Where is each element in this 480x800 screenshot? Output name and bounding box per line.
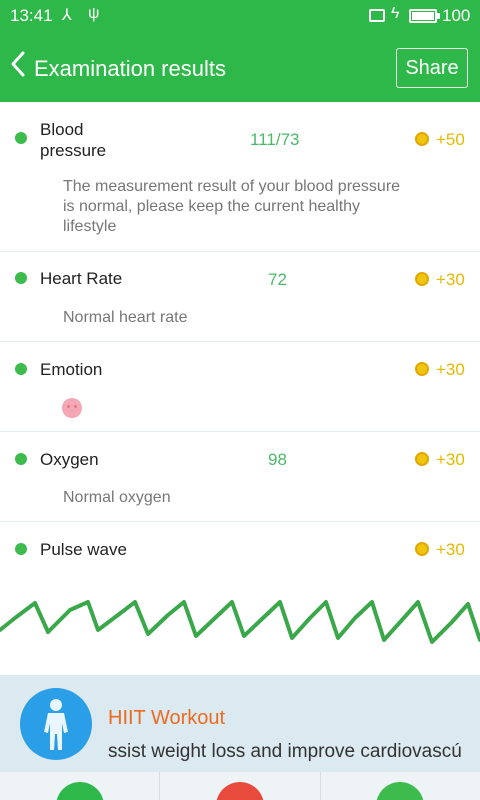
result-description: Normal heart rate [63, 309, 188, 326]
result-row-oxygen[interactable]: Oxygen 98 +30 Normal oxygen [0, 432, 480, 522]
result-row-blood-pressure[interactable]: Blood pressure 111/73 +50 The measuremen… [0, 102, 480, 252]
bottom-nav-item-grid[interactable] [0, 772, 161, 800]
app-bar: Examination results Share [0, 32, 480, 102]
result-value: 111/73 [250, 130, 300, 149]
page-title: Examination results [34, 56, 226, 81]
coin-icon [415, 362, 429, 376]
result-label: Pulse wave [40, 540, 127, 559]
notification-icon [369, 9, 385, 22]
reward: +30 [415, 270, 465, 290]
human-body-icon [20, 688, 92, 760]
banner-subtitle: ssist weight loss and improve cardiovasc… [108, 741, 462, 762]
battery-icon [409, 9, 440, 23]
result-label: Oxygen [40, 450, 99, 469]
reward-points: +30 [436, 360, 465, 379]
bottom-nav-item-gauge[interactable] [160, 772, 321, 800]
result-description: The measurement result of your blood pre… [63, 178, 401, 235]
reward-points: +30 [436, 270, 465, 289]
workout-banner[interactable]: HIIT Workout ssist weight loss and impro… [0, 675, 480, 772]
pulse-wave-graph [0, 600, 480, 644]
share-button[interactable]: Share [396, 48, 468, 88]
result-label-line2: pressure [40, 141, 107, 160]
running-icon [376, 782, 425, 800]
reward: +30 [415, 540, 465, 560]
reward: +30 [415, 450, 465, 470]
status-dot [15, 272, 27, 284]
reward-points: +30 [436, 540, 465, 559]
status-dot [15, 132, 27, 144]
result-label-line1: Blood [40, 120, 84, 139]
coin-icon [415, 132, 429, 146]
coin-icon [415, 272, 429, 286]
bottom-nav [0, 772, 480, 800]
usb-share-icon: ⅄ [62, 7, 72, 24]
coin-icon [415, 542, 429, 556]
result-label: Heart Rate [40, 269, 123, 288]
pulse-wave-line [0, 600, 480, 644]
usb-icon: ψ [88, 5, 100, 22]
reward: +30 [415, 360, 465, 380]
grid-icon [55, 782, 104, 800]
smiley-face-icon [62, 398, 82, 418]
status-bar: 13:41 ⅄ ψ ϟ 100 [0, 0, 480, 32]
status-dot [15, 363, 27, 375]
result-value: 72 [268, 270, 287, 289]
status-dot [15, 453, 27, 465]
reward-points: +50 [436, 130, 465, 149]
battery-percent: 100 [442, 6, 471, 25]
result-value: 98 [268, 450, 287, 469]
charging-icon: ϟ [391, 5, 400, 22]
result-row-heart-rate[interactable]: Heart Rate 72 +30 Normal heart rate [0, 252, 480, 342]
result-row-pulse-wave[interactable]: Pulse wave +30 [0, 522, 480, 580]
reward: +50 [415, 130, 465, 150]
result-row-emotion[interactable]: Emotion +30 [0, 342, 480, 432]
battery-fill [412, 12, 434, 20]
coin-icon [415, 452, 429, 466]
chevron-left-icon[interactable] [10, 50, 26, 84]
status-dot [15, 543, 27, 555]
status-time: 13:41 [10, 6, 53, 25]
result-label: Blood pressure [40, 119, 106, 161]
bottom-nav-item-running[interactable] [321, 772, 480, 800]
reward-points: +30 [436, 450, 465, 469]
result-label: Emotion [40, 360, 103, 379]
result-description: Normal oxygen [63, 489, 171, 506]
gauge-icon [215, 782, 264, 800]
banner-title: HIIT Workout [108, 707, 226, 729]
